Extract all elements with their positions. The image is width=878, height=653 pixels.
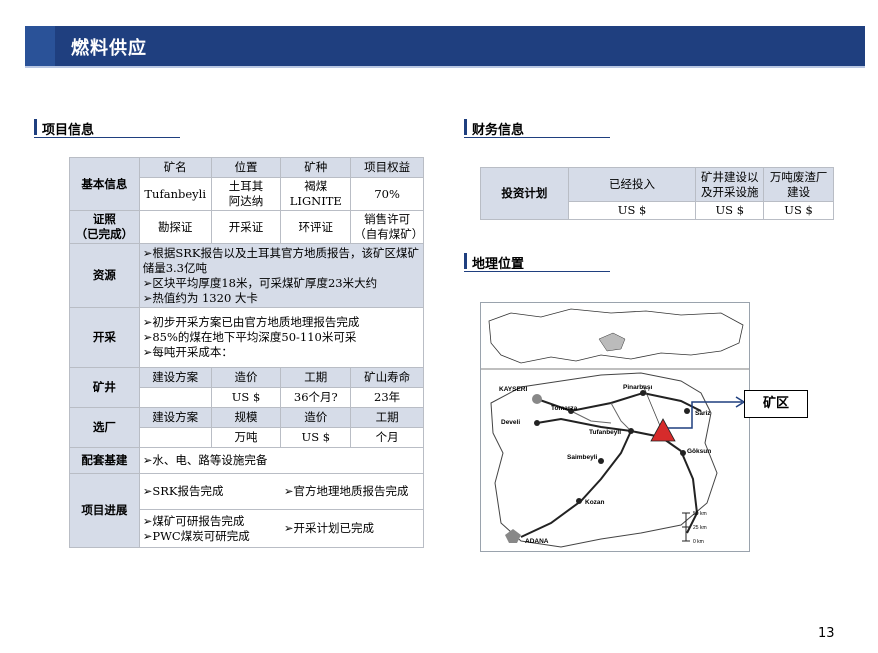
page-title: 燃料供应 (71, 38, 147, 59)
mining-line: ➢每吨开采成本： (142, 345, 233, 359)
city-marker (680, 450, 686, 456)
section-label: 财务信息 (472, 123, 525, 138)
section-underline (464, 137, 610, 138)
city-marker (505, 529, 521, 543)
license-environment: 环评证 (280, 210, 352, 244)
finance-value: US $ (695, 201, 765, 220)
finance-table: 投资计划 已经投入 矿井建设以及开采设施 万吨废渣厂建设 US $ US $ U… (480, 167, 834, 220)
resource-line: ➢根据SRK报告以及土耳其官方地质报告，该矿区煤矿储量3.3亿吨 (142, 245, 419, 275)
section-label: 地理位置 (472, 257, 525, 272)
progress-item: ➢煤矿可研报告完成 ➢PWC煤炭可研完成 (138, 509, 281, 548)
row-label-license: 证照 （已完成） (69, 210, 140, 244)
plant-header: 规模 (210, 407, 282, 428)
road (610, 402, 632, 432)
city-marker (576, 498, 582, 504)
plant-value (138, 427, 212, 448)
section-marker (464, 253, 467, 269)
section-label: 项目信息 (42, 123, 95, 138)
header-coal-type: 矿种 (280, 157, 352, 178)
header-equity: 项目权益 (350, 157, 424, 178)
plant-header: 工期 (350, 407, 424, 428)
finance-value: US $ (567, 201, 697, 220)
row-label-plant: 选厂 (69, 407, 140, 448)
row-label-shaft: 矿井 (69, 367, 140, 408)
row-label-mining: 开采 (69, 307, 140, 368)
progress-item: ➢SRK报告完成 (138, 473, 281, 510)
section-marker (464, 119, 467, 135)
place-label: ADANA (525, 538, 549, 545)
finance-row-label: 投资计划 (480, 167, 569, 220)
license-exploration: 勘探证 (138, 210, 212, 244)
header-mine-name: 矿名 (138, 157, 212, 178)
shaft-header: 工期 (280, 367, 352, 388)
equity-value: 70% (350, 177, 424, 211)
shaft-header: 造价 (210, 367, 282, 388)
city-marker (534, 420, 540, 426)
section-underline (34, 137, 180, 138)
finance-header: 已经投入 (567, 167, 697, 202)
mine-name: Tufanbeyli (138, 177, 212, 211)
coal-type: 褐煤 LIGNITE (280, 177, 352, 211)
resource-line: ➢热值约为 1320 大卡 (142, 290, 258, 305)
shaft-header: 建设方案 (138, 367, 212, 388)
header-location: 位置 (210, 157, 282, 178)
place-label: Saimbeyli (567, 454, 598, 461)
mining-line: ➢85%的煤在地下平均深度50-110米可采 (142, 330, 357, 344)
mine-location: 土耳其 阿达纳 (210, 177, 282, 211)
plant-header: 建设方案 (138, 407, 212, 428)
plant-value: US $ (280, 427, 352, 448)
shaft-value: 36个月? (280, 387, 352, 408)
plant-value: 万吨 (210, 427, 282, 448)
section-underline (464, 271, 610, 272)
callout-connector (668, 396, 746, 429)
place-label: Göksun (687, 448, 711, 455)
inset-province (598, 332, 626, 352)
row-label-progress: 项目进展 (69, 473, 140, 548)
finance-value: US $ (763, 201, 834, 220)
plant-header: 造价 (280, 407, 352, 428)
row-label-infrastructure: 配套基建 (69, 447, 140, 474)
shaft-value: US $ (210, 387, 282, 408)
place-label: Kozan (585, 499, 605, 506)
road (680, 450, 699, 534)
city-marker (598, 458, 604, 464)
city-marker (532, 394, 542, 404)
title-banner: 燃料供应 (25, 26, 865, 68)
license-sales: 销售许可 （自有煤矿） (350, 210, 424, 244)
mining-line: ➢初步开采方案已由官方地质地理报告完成 (142, 315, 360, 329)
finance-header: 万吨废渣厂建设 (763, 167, 834, 202)
place-label: Tomarza (551, 405, 578, 412)
progress-item: ➢开采计划已完成 (280, 509, 424, 548)
place-label: Pinarbaşı (623, 384, 652, 391)
scale-label: 25 km (693, 525, 707, 531)
place-label: KAYSERI (499, 386, 527, 393)
project-info-table: 基本信息 矿名 位置 矿种 项目权益 Tufanbeyli 土耳其 阿达纳 褐煤… (69, 157, 425, 548)
resource-line: ➢区块平均厚度18米，可采煤矿厚度23米大约 (142, 275, 378, 290)
scale-label: 50 km (693, 511, 707, 517)
place-label: Develi (501, 419, 520, 426)
progress-item: ➢官方地理地质报告完成 (280, 473, 424, 510)
resource-text: ➢根据SRK报告以及土耳其官方地质报告，该矿区煤矿储量3.3亿吨 ➢区块平均厚度… (138, 243, 425, 308)
banner-rule (25, 66, 865, 68)
mine-area-callout: 矿区 (744, 390, 808, 418)
page-number: 13 (818, 626, 835, 641)
row-label-basic: 基本信息 (69, 157, 140, 211)
shaft-value: 23年 (350, 387, 424, 408)
shaft-header: 矿山寿命 (350, 367, 424, 388)
plant-value: 个月 (350, 427, 424, 448)
shaft-value (138, 387, 212, 408)
finance-header: 矿井建设以及开采设施 (695, 167, 765, 202)
mining-text: ➢初步开采方案已由官方地质地理报告完成 ➢85%的煤在地下平均深度50-110米… (138, 307, 425, 368)
road (520, 430, 632, 538)
city-marker (628, 428, 634, 434)
section-marker (34, 119, 37, 135)
banner-accent (25, 26, 55, 68)
scale-label: 0 km (693, 539, 704, 545)
license-mining: 开采证 (210, 210, 282, 244)
infrastructure-text: ➢水、电、路等设施完备 (138, 447, 425, 474)
place-label: Tufanbeyli (589, 429, 621, 436)
row-label-resource: 资源 (69, 243, 140, 308)
